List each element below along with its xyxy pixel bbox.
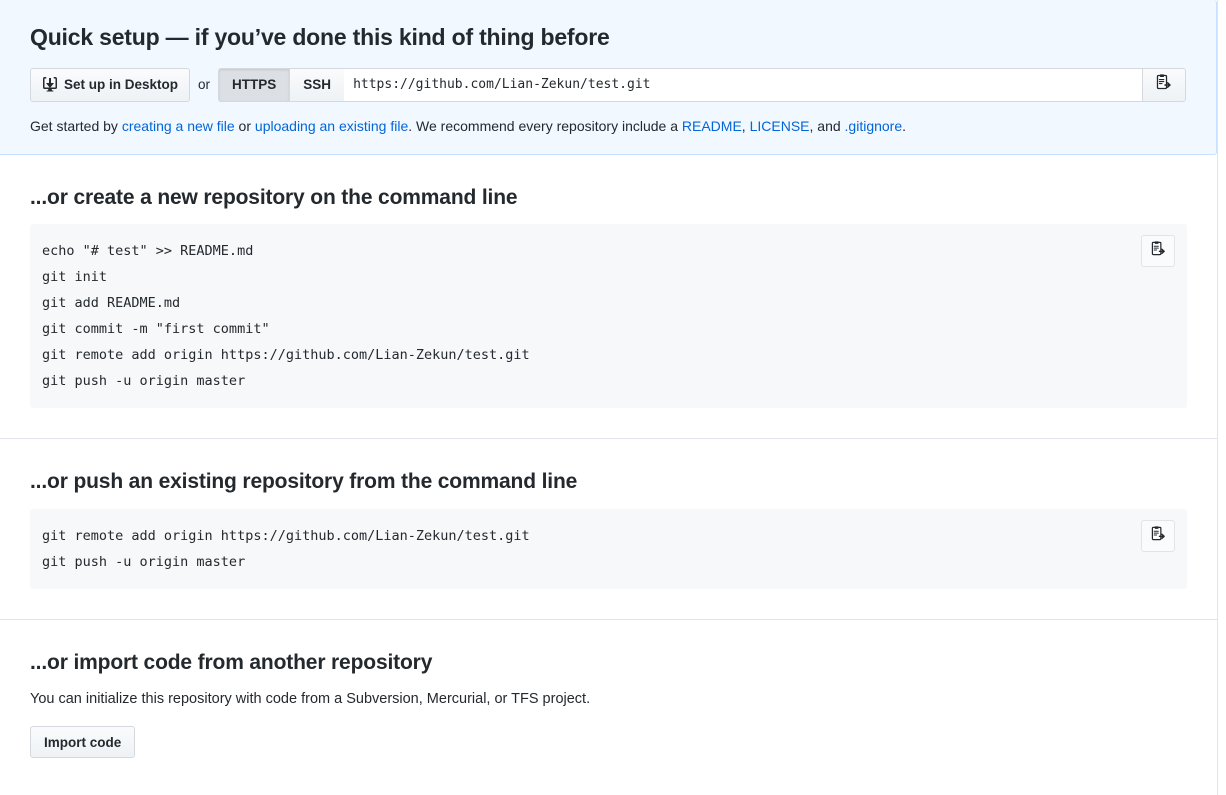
create-code-text: echo "# test" >> README.md git init git … <box>42 243 530 390</box>
push-existing-repository-section: ...or push an existing repository from t… <box>0 439 1217 620</box>
push-section-title: ...or push an existing repository from t… <box>30 470 578 494</box>
set-up-in-desktop-button[interactable]: Set up in Desktop <box>30 67 191 102</box>
import-code-button[interactable]: Import code <box>30 726 136 759</box>
create-code-block: echo "# test" >> README.md git init git … <box>30 224 1187 409</box>
push-code-block: git remote add origin https://github.com… <box>30 508 1187 589</box>
clipboard-copy-icon <box>1151 525 1166 546</box>
repository-quick-setup-page: Quick setup — if you’ve done this kind o… <box>0 0 1218 795</box>
or-separator-label: or <box>198 77 211 93</box>
import-section-description: You can initialize this repository with … <box>30 690 591 707</box>
copy-create-code-button[interactable] <box>1141 235 1175 268</box>
hint-middle: . We recommend every repository include … <box>408 117 682 134</box>
hint-prefix: Get started by <box>30 117 122 134</box>
hint-sep-1: , <box>741 117 750 134</box>
hint-or: or <box>234 117 255 134</box>
get-started-hint: Get started by creating a new file or up… <box>30 117 1186 137</box>
readme-link[interactable]: README <box>682 118 742 134</box>
import-code-section: ...or import code from another repositor… <box>0 620 1217 788</box>
gitignore-link[interactable]: .gitignore <box>845 118 903 134</box>
push-code-text: git remote add origin https://github.com… <box>42 527 530 570</box>
protocol-https-button[interactable]: HTTPS <box>219 68 291 101</box>
hint-sep-2: , and <box>809 117 845 134</box>
license-link[interactable]: LICENSE <box>750 118 810 134</box>
set-up-in-desktop-label: Set up in Desktop <box>64 76 179 92</box>
uploading-an-existing-file-link[interactable]: uploading an existing file <box>255 118 408 134</box>
import-section-title: ...or import code from another repositor… <box>30 650 433 674</box>
create-section-title: ...or create a new repository on the com… <box>30 186 518 210</box>
clipboard-copy-icon <box>1156 74 1172 95</box>
protocol-selector: HTTPS SSH <box>218 67 345 102</box>
protocol-ssh-button[interactable]: SSH <box>290 68 345 101</box>
copy-clone-url-button[interactable] <box>1142 67 1186 102</box>
create-new-repository-section: ...or create a new repository on the com… <box>0 155 1217 440</box>
clone-url-input[interactable]: https://github.com/Lian-Zekun/test.git <box>344 67 1142 102</box>
copy-push-code-button[interactable] <box>1141 519 1175 552</box>
desktop-download-icon <box>42 76 58 93</box>
clipboard-copy-icon <box>1151 241 1166 261</box>
clone-url-row: Set up in Desktop or HTTPS SSH https://g… <box>30 67 1186 102</box>
hint-suffix: . <box>902 117 907 134</box>
creating-a-new-file-link[interactable]: creating a new file <box>122 118 235 134</box>
quick-setup-panel: Quick setup — if you’ve done this kind o… <box>0 0 1217 156</box>
quick-setup-title: Quick setup — if you’ve done this kind o… <box>30 24 610 50</box>
